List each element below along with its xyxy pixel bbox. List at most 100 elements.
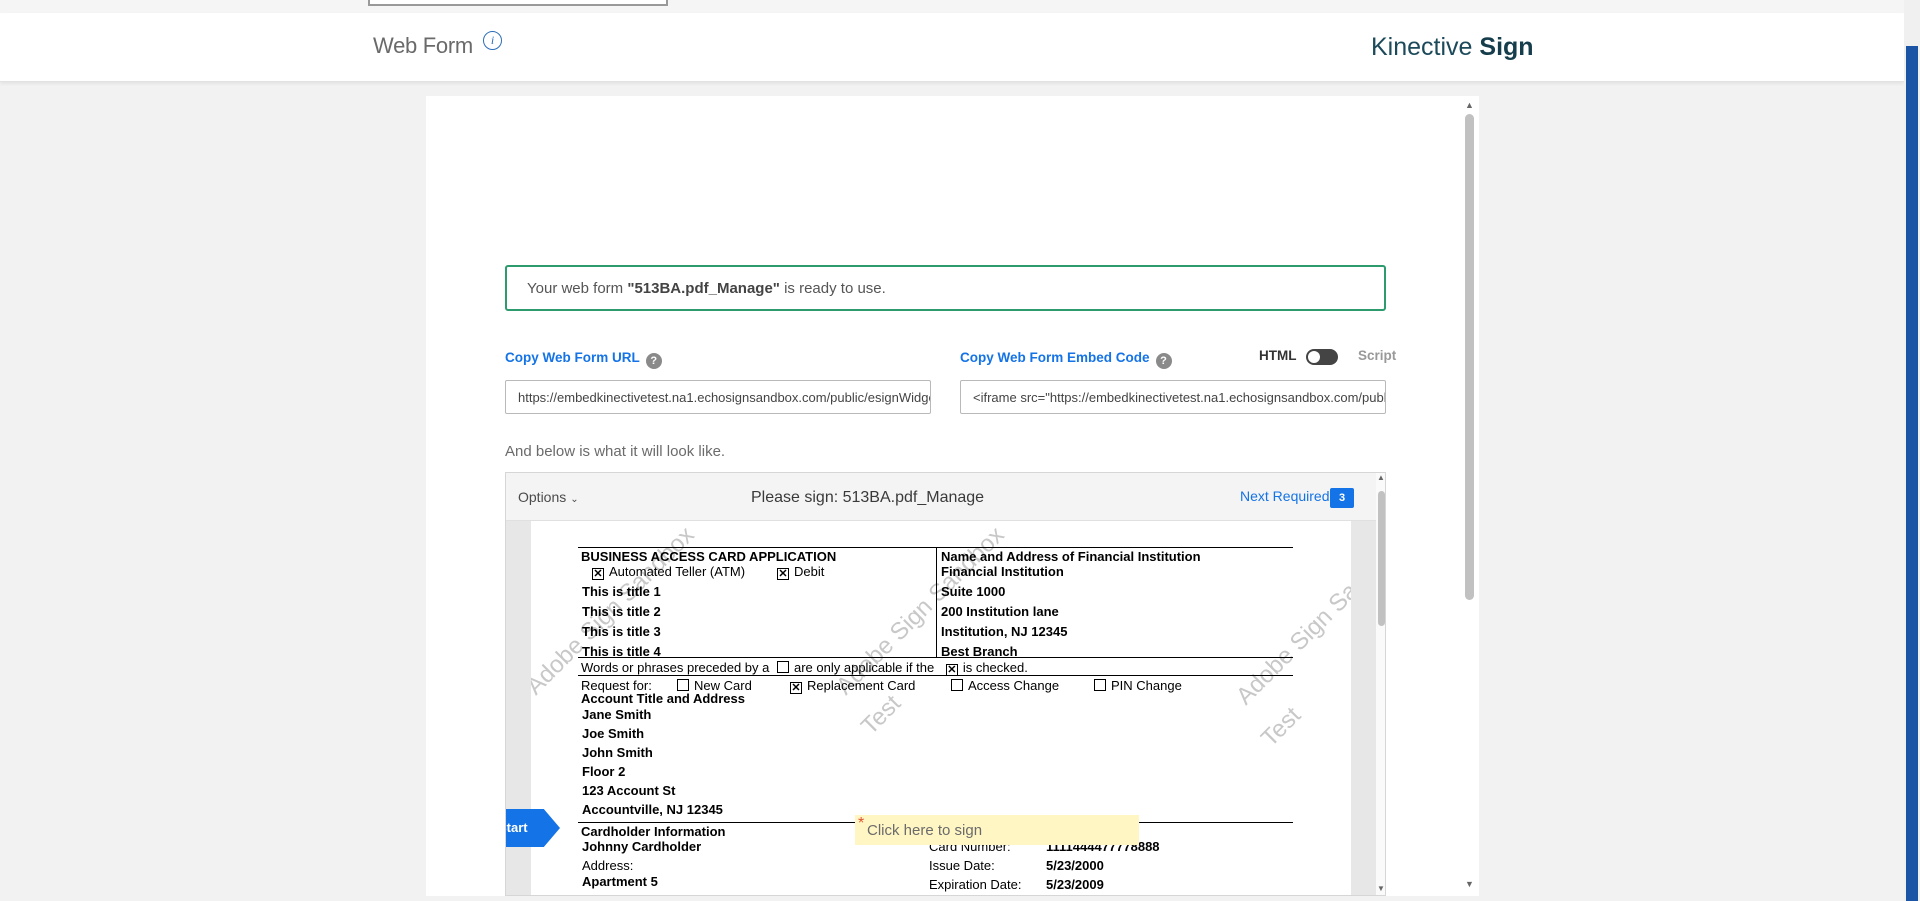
account-line: Jane Smith (582, 707, 652, 722)
section-title: BUSINESS ACCESS CARD APPLICATION (581, 549, 837, 564)
institution-heading: Name and Address of Financial Institutio… (941, 549, 1201, 564)
web-form-url-field[interactable]: https://embedkinectivetest.na1.echosigns… (505, 380, 931, 414)
institution-line: 200 Institution lane (941, 604, 1059, 619)
next-required-button[interactable]: Next Required (1240, 488, 1330, 504)
note-suffix: is checked. (962, 660, 1028, 675)
preview-header: Options ⌄ Please sign: 513BA.pdf_Manage N… (506, 473, 1376, 521)
form-preview: Options ⌄ Please sign: 513BA.pdf_Manage N… (505, 472, 1386, 896)
account-line: Joe Smith (582, 726, 645, 741)
request-access: Access Change (951, 678, 1059, 693)
checkbox-checked-icon: ✕ (592, 568, 604, 580)
title-line: This is title 2 (582, 604, 661, 619)
info-icon[interactable]: i (483, 31, 502, 50)
page-scrollbar-thumb[interactable] (1906, 46, 1918, 901)
url-help-icon[interactable]: ? (645, 353, 662, 369)
checkbox-empty-icon (1094, 679, 1106, 691)
request-pin-label: PIN Change (1111, 678, 1182, 693)
checkbox-checked-icon: ✕ (777, 568, 789, 580)
success-prefix: Your web form (527, 280, 628, 297)
page-scrollbar[interactable] (1904, 0, 1920, 901)
top-strip (0, 0, 1920, 13)
expiration-label: Expiration Date: (929, 877, 1022, 892)
success-form-name: "513BA.pdf_Manage" (627, 280, 780, 297)
title-line: This is title 1 (582, 584, 661, 599)
app-header: Web Form i Kinective Sign (0, 13, 1904, 82)
account-heading: Account Title and Address (581, 691, 745, 706)
preview-scrollbar-thumb[interactable] (1378, 491, 1385, 626)
embed-code-field[interactable]: <iframe src="https://embedkinectivetest.… (960, 380, 1386, 414)
toggle-script-label: Script (1358, 348, 1397, 363)
check-atm-label: Automated Teller (ATM) (609, 564, 746, 579)
panel-scrollbar-thumb[interactable] (1465, 114, 1474, 600)
request-pin: PIN Change (1094, 678, 1182, 693)
rule-column (936, 547, 937, 657)
watermark-right-test: Test (1256, 701, 1307, 753)
switch-knob (1308, 351, 1320, 363)
options-menu[interactable]: Options ⌄ (518, 489, 579, 505)
institution-line: Best Branch (941, 644, 1018, 659)
panel-scrollbar[interactable]: ▲ ▼ (1461, 96, 1479, 896)
note-line: Words or phrases preceded by a are only … (581, 660, 1028, 676)
address-label: Address: (582, 858, 634, 873)
brand-logo: Kinective Sign (1371, 33, 1534, 62)
page-title: Web Form (373, 33, 473, 58)
brand-bold: Sign (1479, 33, 1534, 61)
note-prefix: Words or phrases preceded by a (581, 660, 770, 675)
institution-line: Suite 1000 (941, 584, 1006, 599)
chevron-down-icon[interactable]: ⌄ (570, 494, 578, 505)
scroll-down-arrow-icon[interactable]: ▼ (1377, 884, 1385, 893)
account-line: John Smith (582, 745, 653, 760)
copy-embed-label[interactable]: Copy Web Form Embed Code? (960, 350, 1172, 369)
click-to-sign-label[interactable]: Click here to sign (867, 822, 982, 839)
check-debit: ✕ Debit (777, 564, 824, 580)
request-replacement-label: Replacement Card (807, 678, 916, 693)
embed-format-switch[interactable] (1306, 349, 1338, 365)
rule-mid-1 (578, 657, 1293, 658)
watermark-right: Adobe Sign Sandbox (1231, 531, 1351, 711)
checkbox-empty-icon (777, 661, 789, 673)
account-line: Floor 2 (582, 764, 626, 779)
preview-scrollbar[interactable]: ▲ ▼ (1376, 473, 1385, 895)
next-required-count-badge[interactable]: 3 (1330, 488, 1354, 508)
check-atm: ✕ Automated Teller (ATM) (592, 564, 745, 580)
checkbox-empty-icon (951, 679, 963, 691)
cardholder-heading: Cardholder Information (581, 824, 726, 839)
signature-field[interactable]: * Click here to sign (855, 815, 1139, 845)
web-form-panel: Your web form "513BA.pdf_Manage" is read… (426, 96, 1479, 896)
toggle-html-label: HTML (1259, 348, 1297, 363)
note-middle: are only applicable if the (794, 660, 935, 675)
watermark-center-test: Test (856, 689, 907, 741)
copy-url-label[interactable]: Copy Web Form URL? (505, 350, 662, 369)
copy-embed-label-text[interactable]: Copy Web Form Embed Code (960, 350, 1150, 365)
start-label[interactable]: Start (506, 820, 528, 835)
scroll-down-arrow-icon[interactable]: ▼ (1465, 879, 1474, 889)
checkbox-checked-icon: ✕ (790, 682, 802, 694)
scroll-up-arrow-icon[interactable]: ▲ (1465, 100, 1474, 110)
issue-date-value: 5/23/2000 (1046, 858, 1104, 873)
sign-title: Please sign: 513BA.pdf_Manage (751, 489, 985, 506)
scroll-up-arrow-icon[interactable]: ▲ (1377, 473, 1385, 482)
check-debit-label: Debit (794, 564, 825, 579)
title-line: This is title 4 (582, 644, 661, 659)
institution-line: Institution, NJ 12345 (941, 624, 1068, 639)
request-replacement: ✕ Replacement Card (790, 678, 915, 694)
account-line: 123 Account St (582, 783, 676, 798)
required-star: * (858, 815, 865, 832)
issue-date-label: Issue Date: (929, 858, 995, 873)
top-tab-outline (368, 0, 668, 6)
success-suffix: is ready to use. (779, 280, 886, 297)
title-line: This is title 3 (582, 624, 661, 639)
cardholder-name: Johnny Cardholder (582, 839, 702, 854)
options-label[interactable]: Options (518, 489, 566, 505)
account-line: Accountville, NJ 12345 (582, 802, 723, 817)
expiration-value: 5/23/2009 (1046, 877, 1104, 892)
preview-caption: And below is what it will look like. (505, 443, 726, 460)
success-banner: Your web form "513BA.pdf_Manage" is read… (505, 265, 1386, 311)
brand-light: Kinective (1371, 33, 1473, 61)
copy-url-label-text[interactable]: Copy Web Form URL (505, 350, 640, 365)
request-access-label: Access Change (968, 678, 1060, 693)
embed-help-icon[interactable]: ? (1155, 353, 1172, 369)
checkbox-empty-icon (677, 679, 689, 691)
address-value: Apartment 5 (582, 874, 658, 889)
checkbox-checked-icon: ✕ (945, 664, 958, 676)
